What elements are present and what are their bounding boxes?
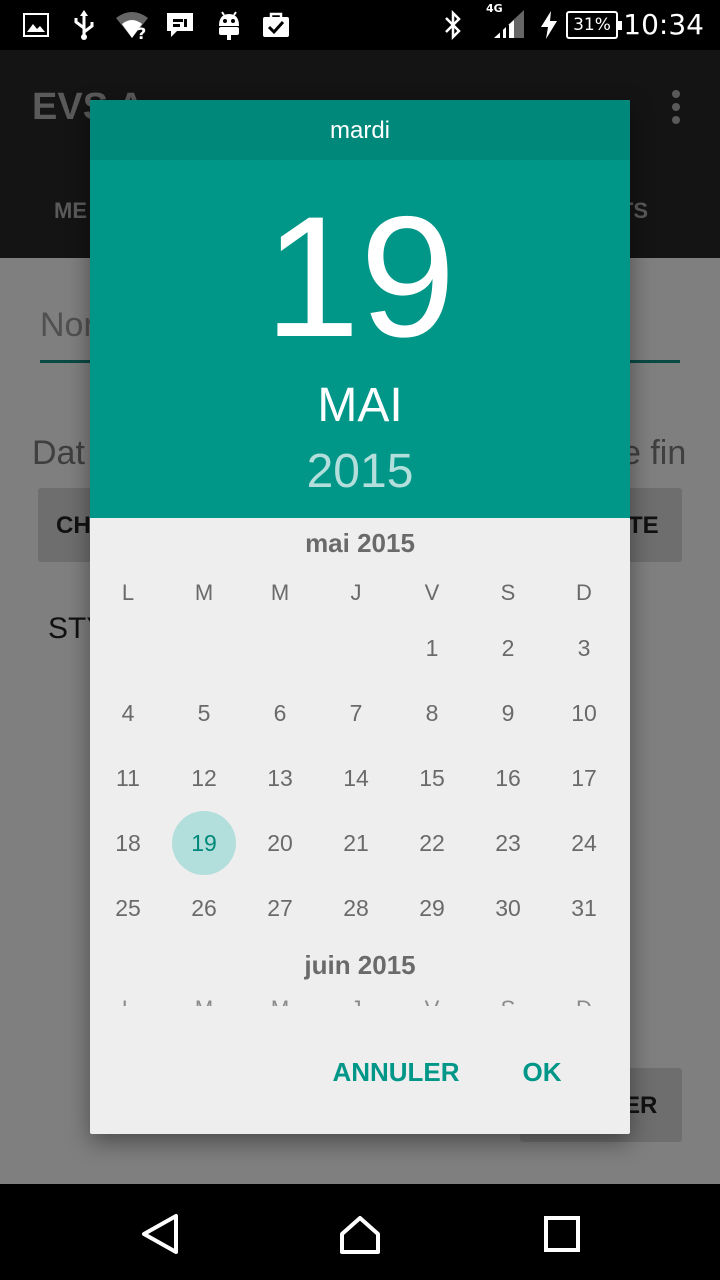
next-month-weekday-header: D [546, 996, 622, 1006]
calendar-day[interactable]: 28 [324, 876, 388, 940]
weekday-header: L [121, 580, 135, 605]
calendar-view[interactable]: mai 2015 juin 2015 L M M J V S D 1 2 3 4 5 6 7 8 9 10 11 1… [90, 518, 630, 1006]
navigation-bar [0, 1184, 720, 1280]
selected-day-number[interactable]: 19 [90, 182, 630, 372]
calendar-day[interactable]: 9 [476, 681, 540, 745]
calendar-day[interactable]: 5 [172, 681, 236, 745]
svg-text:?: ? [137, 24, 146, 40]
calendar-day[interactable]: 12 [172, 746, 236, 810]
calendar-day[interactable]: 4 [96, 681, 160, 745]
calendar-day[interactable]: 23 [476, 811, 540, 875]
overflow-menu-icon[interactable] [672, 90, 682, 124]
start-date-label: Dat [32, 434, 85, 472]
calendar-day[interactable]: 3 [552, 616, 616, 680]
shopping-bag-icon [260, 10, 292, 40]
android-debug-icon [214, 10, 244, 40]
weekday-header: M [270, 580, 290, 605]
weekday-header: S [500, 580, 516, 605]
calendar-day[interactable]: 8 [400, 681, 464, 745]
clock: 10:34 [623, 8, 704, 41]
weekday-header: J [350, 580, 362, 605]
calendar-day[interactable]: 29 [400, 876, 464, 940]
back-icon[interactable] [138, 1212, 182, 1256]
calendar-day[interactable]: 14 [324, 746, 388, 810]
selected-year[interactable]: 2015 [90, 444, 630, 500]
bluetooth-icon [440, 10, 466, 40]
next-month-weekday-header: L [90, 996, 166, 1006]
ok-button[interactable]: OK [502, 1044, 582, 1100]
message-icon [164, 10, 196, 40]
selected-month[interactable]: MAI [90, 378, 630, 434]
name-field-hint[interactable]: Nor [40, 306, 95, 345]
charging-icon [538, 10, 560, 40]
calendar-day[interactable]: 21 [324, 811, 388, 875]
calendar-day[interactable]: 22 [400, 811, 464, 875]
next-month-weekday-header: M [166, 996, 242, 1006]
calendar-day[interactable]: 1 [400, 616, 464, 680]
end-date-label: e fin [622, 434, 687, 472]
recents-icon[interactable] [540, 1212, 584, 1256]
calendar-day[interactable]: 16 [476, 746, 540, 810]
wifi-unknown-icon: ? [114, 10, 150, 40]
calendar-day[interactable]: 31 [552, 876, 616, 940]
signal-icon [492, 10, 526, 40]
calendar-day[interactable]: 6 [248, 681, 312, 745]
date-picker-dialog: mardi 19 MAI 2015 mai 2015 juin 2015 LMM… [90, 100, 630, 1134]
calendar-day[interactable]: 10 [552, 681, 616, 745]
calendar-day[interactable]: 27 [248, 876, 312, 940]
calendar-day[interactable]: 15 [400, 746, 464, 810]
calendar-month-title: mai 2015 [305, 528, 415, 558]
calendar-day[interactable]: 30 [476, 876, 540, 940]
cancel-button[interactable]: ANNULER [316, 1044, 476, 1100]
image-notification-icon [22, 10, 50, 40]
calendar-day[interactable]: 25 [96, 876, 160, 940]
weekday-header: V [424, 580, 440, 605]
next-month-title: juin 2015 [304, 950, 416, 980]
next-month-weekday-header: V [394, 996, 470, 1006]
status-bar: ? 4G 31% 10:34 [0, 0, 720, 50]
choose-end-date-label: TE [628, 512, 659, 539]
next-month-weekday-header: J [318, 996, 394, 1006]
calendar-day[interactable]: 2 [476, 616, 540, 680]
calendar-day-selected[interactable]: 19 [172, 811, 236, 875]
weekday-header: D [576, 580, 592, 605]
next-month-weekday-header: M [242, 996, 318, 1006]
calendar-day[interactable]: 11 [96, 746, 160, 810]
calendar-day[interactable]: 17 [552, 746, 616, 810]
home-icon[interactable] [338, 1212, 382, 1256]
tab-left[interactable]: ME [54, 198, 87, 224]
calendar-day[interactable]: 7 [324, 681, 388, 745]
usb-icon [70, 10, 98, 40]
calendar-day[interactable]: 26 [172, 876, 236, 940]
weekday-header: M [194, 580, 214, 605]
calendar-day[interactable]: 24 [552, 811, 616, 875]
dialog-actions: ANNULER OK [90, 1036, 630, 1106]
day-of-week: mardi [90, 100, 630, 160]
next-month-weekday-header: S [470, 996, 546, 1006]
choose-start-date-label: CH [56, 512, 91, 539]
calendar-day[interactable]: 20 [248, 811, 312, 875]
calendar-day[interactable]: 13 [248, 746, 312, 810]
date-header: 19 MAI 2015 [90, 160, 630, 518]
calendar-day[interactable]: 18 [96, 811, 160, 875]
battery-indicator: 31% [566, 11, 622, 39]
